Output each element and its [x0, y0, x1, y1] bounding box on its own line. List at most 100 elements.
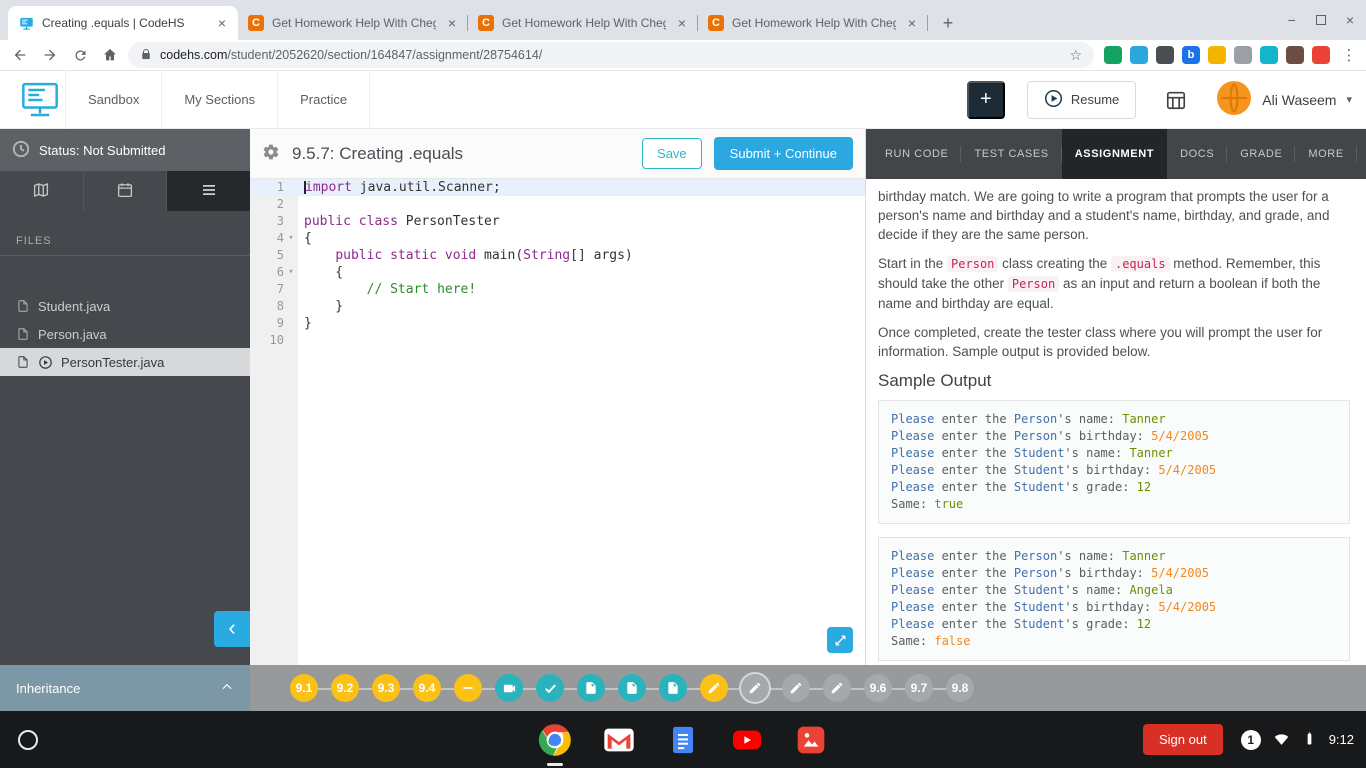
code-line[interactable]: 6 ▾ {: [250, 264, 865, 281]
panel-tab-test-cases[interactable]: TEST CASES: [961, 129, 1063, 179]
lesson-badge-9.8[interactable]: 9.8: [946, 674, 974, 702]
panel-tab-run-code[interactable]: RUN CODE: [872, 129, 962, 179]
extension-teal-icon[interactable]: [1260, 46, 1278, 64]
sidebar-collapse-button[interactable]: ‹: [214, 611, 250, 647]
panel-body[interactable]: birthday match. We are going to write a …: [866, 179, 1366, 665]
bookmark-star-icon[interactable]: ☆: [1069, 47, 1082, 64]
resume-button[interactable]: Resume: [1026, 80, 1137, 119]
lesson-badge-9.2[interactable]: 9.2: [331, 674, 359, 702]
lesson-badge-pencil-icon[interactable]: [700, 674, 728, 702]
panel-tab-grade[interactable]: GRADE: [1227, 129, 1296, 179]
panel-tab-assignment[interactable]: ASSIGNMENT: [1061, 129, 1168, 179]
new-tab-button[interactable]: +: [934, 9, 962, 37]
back-button[interactable]: [8, 43, 32, 67]
expand-editor-button[interactable]: [827, 627, 853, 653]
code-line[interactable]: 8 }: [250, 298, 865, 315]
sidebar-tab-map[interactable]: [0, 171, 84, 211]
lesson-badge-check-icon[interactable]: [536, 674, 564, 702]
lesson-badge-9.3[interactable]: 9.3: [372, 674, 400, 702]
fold-icon[interactable]: ▾: [284, 230, 298, 247]
browser-tab[interactable]: Creating .equals | CodeHS ×: [8, 6, 238, 40]
file-item[interactable]: Student.java: [0, 292, 250, 320]
lesson-badge-pencil-icon[interactable]: [782, 674, 810, 702]
restore-button[interactable]: [1315, 15, 1326, 25]
gallery-app-icon[interactable]: [793, 722, 829, 758]
code-line[interactable]: 7 // Start here!: [250, 281, 865, 298]
extension-red-icon[interactable]: [1312, 46, 1330, 64]
lesson-badge-video-icon[interactable]: [495, 674, 523, 702]
fold-icon[interactable]: ▾: [284, 264, 298, 281]
forward-button[interactable]: [38, 43, 62, 67]
user-menu[interactable]: Ali Waseem ▾: [1216, 80, 1352, 119]
system-tray[interactable]: Sign out 1 9:12: [1142, 724, 1354, 755]
browser-tab[interactable]: C Get Homework Help With Chegg ×: [238, 6, 468, 40]
lesson-badge-9.4[interactable]: 9.4: [413, 674, 441, 702]
file-item[interactable]: Person.java: [0, 320, 250, 348]
lesson-badge-doc-icon[interactable]: [659, 674, 687, 702]
sample-output-line: Please enter the Person's birthday: 5/4/…: [891, 566, 1209, 580]
sample-output-line: Please enter the Student's name: Angela: [891, 583, 1173, 597]
home-button[interactable]: [98, 43, 122, 67]
reload-button[interactable]: [68, 43, 92, 67]
extension-gray-icon[interactable]: [1234, 46, 1252, 64]
line-number: 2: [276, 197, 284, 211]
create-new-button[interactable]: +: [966, 80, 1005, 119]
youtube-app-icon[interactable]: [729, 722, 765, 758]
nav-item-practice[interactable]: Practice: [278, 71, 371, 128]
chrome-app-icon[interactable]: [537, 722, 573, 758]
code-line[interactable]: 3 public class PersonTester: [250, 213, 865, 230]
code-line[interactable]: 9}: [250, 315, 865, 332]
tab-close-icon[interactable]: ×: [444, 15, 460, 31]
code-line[interactable]: 2: [250, 196, 865, 213]
code-line[interactable]: 10: [250, 332, 865, 349]
tab-close-icon[interactable]: ×: [674, 15, 690, 31]
sidebar-tab-calendar[interactable]: [84, 171, 168, 211]
extension-yellow-icon[interactable]: [1208, 46, 1226, 64]
lesson-badge-pencil-icon[interactable]: [741, 674, 769, 702]
assignment-title: 9.5.7: Creating .equals: [292, 143, 464, 163]
extension-brown-icon[interactable]: [1286, 46, 1304, 64]
notification-counter[interactable]: 1: [1240, 729, 1261, 750]
lesson-badge-doc-icon[interactable]: [577, 674, 605, 702]
sidebar-tab-files[interactable]: [167, 171, 251, 211]
extension-lightblue-icon[interactable]: [1130, 46, 1148, 64]
codehs-logo[interactable]: [14, 70, 66, 129]
sample-output-heading: Sample Output: [878, 371, 992, 390]
lesson-badge-9.6[interactable]: 9.6: [864, 674, 892, 702]
docs-app-icon[interactable]: [665, 722, 701, 758]
gmail-app-icon[interactable]: [601, 722, 637, 758]
window-close-button[interactable]: ×: [1346, 12, 1354, 28]
nav-item-my-sections[interactable]: My Sections: [162, 71, 279, 128]
code-line[interactable]: 5 public static void main(String[] args): [250, 247, 865, 264]
code-line[interactable]: 4 ▾ {: [250, 230, 865, 247]
extension-dark-icon[interactable]: [1156, 46, 1174, 64]
launcher-button[interactable]: [18, 729, 38, 750]
sign-out-button[interactable]: Sign out: [1142, 724, 1223, 755]
lesson-badge-9.7[interactable]: 9.7: [905, 674, 933, 702]
browser-tab[interactable]: C Get Homework Help With Chegg ×: [698, 6, 928, 40]
tab-close-icon[interactable]: ×: [214, 15, 230, 31]
submit-continue-button[interactable]: Submit + Continue: [713, 137, 853, 170]
save-button[interactable]: Save: [642, 138, 702, 169]
minimize-button[interactable]: −: [1288, 12, 1296, 28]
battery-icon: [1302, 731, 1317, 749]
address-bar[interactable]: codehs.com/student/2052620/section/16484…: [128, 42, 1094, 68]
lesson-badge-doc-icon[interactable]: [618, 674, 646, 702]
module-footer[interactable]: Inheritance: [0, 665, 250, 711]
lesson-badge-dash-icon[interactable]: [454, 674, 482, 702]
panel-tab-docs[interactable]: DOCS: [1167, 129, 1228, 179]
calendar-button[interactable]: [1158, 82, 1194, 118]
extension-green-icon[interactable]: [1104, 46, 1122, 64]
lesson-badge-pencil-icon[interactable]: [823, 674, 851, 702]
tab-close-icon[interactable]: ×: [904, 15, 920, 31]
gear-icon[interactable]: [262, 143, 280, 164]
editor-body[interactable]: 1 import java.util.Scanner; 2 3 public class…: [250, 179, 865, 665]
code-line[interactable]: 1 import java.util.Scanner;: [250, 179, 865, 196]
browser-tab[interactable]: C Get Homework Help With Chegg ×: [468, 6, 698, 40]
lesson-badge-9.1[interactable]: 9.1: [290, 674, 318, 702]
browser-menu-icon[interactable]: ⋮: [1340, 46, 1358, 64]
file-item[interactable]: PersonTester.java: [0, 348, 250, 376]
panel-tab-more[interactable]: MORE: [1295, 129, 1358, 179]
nav-item-sandbox[interactable]: Sandbox: [66, 71, 163, 128]
extension-b-icon[interactable]: b: [1182, 46, 1200, 64]
